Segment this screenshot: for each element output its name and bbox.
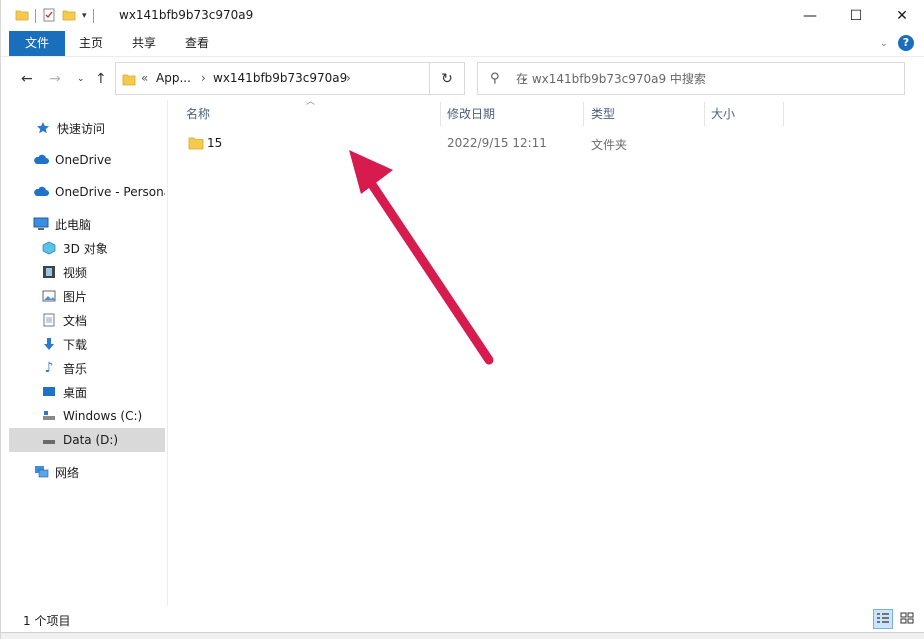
- sidebar-item-3d-objects[interactable]: 3D 对象: [9, 236, 165, 260]
- title-bar: ▾ wx141bfb9b73c970a9 — ☐ ✕: [1, 0, 924, 31]
- breadcrumb-separator[interactable]: ›: [201, 71, 206, 85]
- large-icons-view-icon: [900, 612, 914, 627]
- refresh-button[interactable]: ↻: [430, 62, 465, 95]
- file-type: 文件夹: [591, 138, 628, 152]
- desktop-icon: [41, 384, 57, 400]
- search-box[interactable]: ⚲: [477, 62, 905, 95]
- sidebar-item-this-pc[interactable]: 此电脑: [9, 212, 165, 236]
- window-title: wx141bfb9b73c970a9: [119, 8, 254, 22]
- toolbar-divider: [92, 9, 94, 23]
- sidebar-item-pictures[interactable]: 图片: [9, 284, 165, 308]
- star-icon: [35, 120, 51, 136]
- sidebar-item-onedrive-personal[interactable]: OneDrive - Personal: [9, 180, 165, 204]
- ribbon-tabs: 文件 主页 共享 查看: [1, 31, 924, 56]
- sidebar-item-videos[interactable]: 视频: [9, 260, 165, 284]
- column-separator[interactable]: [783, 102, 784, 126]
- tab-share[interactable]: 共享: [119, 31, 169, 56]
- quick-access-toolbar: ▾: [15, 6, 94, 26]
- video-icon: [41, 264, 57, 280]
- drive-c-icon: [41, 408, 57, 424]
- file-explorer-window: ▾ wx141bfb9b73c970a9 — ☐ ✕ 文件 主页 共享 查看 ⌄…: [0, 0, 924, 639]
- expand-ribbon-icon[interactable]: ⌄: [880, 38, 888, 49]
- navigation-bar: ← → ⌄ ↑ « App... › wx141bfb9b73c970a9 › …: [1, 56, 924, 100]
- customize-qat-icon[interactable]: ▾: [82, 11, 87, 21]
- view-toggle: [873, 609, 917, 629]
- computer-icon: [33, 216, 49, 232]
- address-bar[interactable]: « App... › wx141bfb9b73c970a9 › ⌄: [115, 62, 529, 95]
- column-header-name[interactable]: 名称: [178, 100, 440, 128]
- sidebar-item-drive-d[interactable]: Data (D:): [9, 428, 165, 452]
- cube-icon: [41, 240, 57, 256]
- sidebar-item-drive-c[interactable]: Windows (C:): [9, 404, 165, 428]
- sidebar-item-documents[interactable]: 文档: [9, 308, 165, 332]
- file-name[interactable]: 15: [207, 136, 222, 150]
- tab-view[interactable]: 查看: [173, 31, 221, 56]
- forward-arrow-icon[interactable]: →: [49, 71, 61, 87]
- column-header-size[interactable]: 大小: [703, 100, 783, 128]
- details-view-icon: [876, 612, 890, 627]
- help-icon[interactable]: ?: [898, 35, 914, 51]
- column-header-date[interactable]: 修改日期: [439, 100, 583, 128]
- details-view-button[interactable]: [873, 609, 893, 629]
- up-arrow-icon[interactable]: ↑: [95, 71, 107, 87]
- properties-icon[interactable]: [42, 8, 56, 25]
- sidebar-item-onedrive[interactable]: OneDrive: [9, 148, 165, 172]
- search-icon: ⚲: [490, 71, 500, 86]
- item-count: 1 个项目: [23, 614, 71, 628]
- sidebar-item-quick-access[interactable]: 快速访问: [9, 116, 165, 140]
- sidebar-item-desktop[interactable]: 桌面: [9, 380, 165, 404]
- breadcrumb-overflow[interactable]: «: [141, 71, 148, 85]
- maximize-button[interactable]: ☐: [833, 0, 879, 31]
- minimize-button[interactable]: —: [787, 0, 833, 31]
- annotation-arrow: [349, 150, 494, 365]
- navigation-pane: 快速访问 OneDrive OneDrive - Personal 此电脑 3D…: [9, 100, 165, 606]
- sidebar-item-network[interactable]: 网络: [9, 460, 165, 484]
- new-folder-icon[interactable]: [62, 8, 76, 25]
- window-controls: — ☐ ✕: [787, 0, 924, 31]
- toolbar-divider: [35, 9, 36, 23]
- large-icons-view-button[interactable]: [897, 609, 917, 629]
- folder-icon: [188, 136, 204, 153]
- ribbon-right-controls: ⌄ ?: [880, 35, 914, 51]
- cloud-icon: [33, 184, 49, 200]
- document-icon: [41, 312, 57, 328]
- breadcrumb-current[interactable]: wx141bfb9b73c970a9: [213, 71, 347, 85]
- sidebar-item-music[interactable]: ♪ 音乐: [9, 356, 165, 380]
- column-header-type[interactable]: 类型: [583, 100, 703, 128]
- status-bar: 1 个项目: [9, 606, 919, 632]
- breadcrumb-appdata[interactable]: App...: [156, 71, 191, 85]
- cloud-icon: [33, 152, 49, 168]
- music-icon: ♪: [44, 360, 54, 376]
- folder-icon: [122, 73, 136, 89]
- search-input[interactable]: [516, 69, 896, 89]
- breadcrumb-separator[interactable]: ›: [346, 71, 351, 85]
- tab-home[interactable]: 主页: [67, 31, 115, 56]
- close-button[interactable]: ✕: [879, 0, 924, 31]
- picture-icon: [41, 288, 57, 304]
- drive-d-icon: [41, 432, 57, 448]
- back-arrow-icon[interactable]: ←: [21, 71, 33, 87]
- tab-file[interactable]: 文件: [9, 31, 65, 56]
- background-window-edge: [1, 632, 924, 639]
- folder-icon: [15, 8, 29, 25]
- recent-locations-icon[interactable]: ⌄: [77, 74, 85, 84]
- file-list: ︿ 名称 修改日期 类型 大小 15 2022/9/15 12:11 文件夹: [168, 97, 917, 606]
- download-icon: [41, 336, 57, 352]
- network-icon: [33, 464, 49, 480]
- sidebar-item-downloads[interactable]: 下载: [9, 332, 165, 356]
